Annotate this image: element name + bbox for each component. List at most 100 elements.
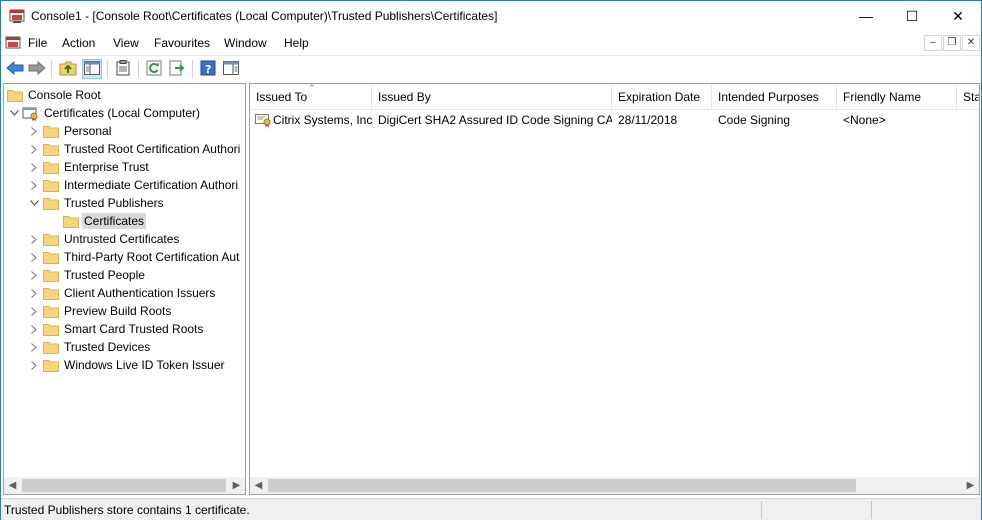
chevron-down-icon[interactable] [6, 104, 22, 122]
column-intended-purposes[interactable]: Intended Purposes [712, 84, 837, 110]
menu-favourites[interactable]: Favourites [154, 36, 210, 50]
cell-expiration-date: 28/11/2018 [618, 113, 678, 127]
scroll-thumb[interactable] [22, 479, 226, 492]
tree-item-label: Preview Build Roots [64, 304, 172, 318]
tree-item-certificates-local-computer[interactable]: Certificates (Local Computer) [6, 104, 202, 122]
column-expiration-date[interactable]: Expiration Date [612, 84, 712, 110]
column-status[interactable]: Sta [957, 84, 979, 110]
title-bar: Console1 - [Console Root\Certificates (L… [1, 1, 981, 31]
folder-icon [42, 303, 60, 319]
console-tree-pane: Console Root Certificates (Local Compute… [3, 83, 246, 495]
tree-item-preview-build[interactable]: Preview Build Roots [26, 302, 173, 320]
folder-icon [42, 267, 60, 283]
tree-item-label: Trusted Root Certification Authori [64, 142, 241, 156]
menu-file[interactable]: File [28, 36, 47, 50]
mdi-close-button[interactable]: ✕ [962, 35, 980, 51]
action-pane-icon [223, 60, 239, 78]
menu-view[interactable]: View [113, 36, 139, 50]
tree-item-label: Console Root [28, 88, 101, 102]
tree-item-windows-live-id[interactable]: Windows Live ID Token Issuer [26, 356, 227, 374]
show-hide-tree-icon [84, 60, 100, 78]
mmc-app-icon[interactable] [9, 8, 25, 24]
chevron-right-icon[interactable] [26, 248, 42, 266]
tree-item-console-root[interactable]: Console Root [6, 86, 103, 104]
chevron-down-icon[interactable] [26, 194, 42, 212]
tree-item-intermediate[interactable]: Intermediate Certification Authori [26, 176, 240, 194]
chevron-right-icon[interactable] [26, 302, 42, 320]
menu-action[interactable]: Action [62, 36, 95, 50]
show-hide-action-pane-button[interactable] [221, 59, 241, 79]
mdi-minimize-button[interactable]: – [924, 35, 942, 51]
tree-item-trusted-devices[interactable]: Trusted Devices [26, 338, 152, 356]
minimize-button[interactable]: — [843, 1, 889, 31]
scroll-left-arrow-icon[interactable]: ◀ [4, 477, 21, 494]
chevron-right-icon[interactable] [26, 122, 42, 140]
toolbar: ? [1, 55, 981, 81]
certificate-icon [255, 113, 271, 129]
tree-horizontal-scrollbar[interactable]: ◀ ▶ [4, 477, 245, 494]
column-friendly-name[interactable]: Friendly Name [837, 84, 957, 110]
tree-item-enterprise-trust[interactable]: Enterprise Trust [26, 158, 151, 176]
tree-item-label: Trusted Publishers [64, 196, 164, 210]
chevron-right-icon[interactable] [26, 338, 42, 356]
scroll-left-arrow-icon[interactable]: ◀ [250, 477, 267, 494]
forward-arrow-icon [28, 60, 46, 78]
tree-item-label: Smart Card Trusted Roots [64, 322, 204, 336]
export-list-button[interactable] [167, 59, 187, 79]
help-button[interactable]: ? [198, 59, 218, 79]
cell-intended-purposes: Code Signing [718, 113, 791, 127]
tree-item-untrusted[interactable]: Untrusted Certificates [26, 230, 181, 248]
refresh-button[interactable] [144, 59, 164, 79]
chevron-right-icon[interactable] [26, 356, 42, 374]
folder-icon [42, 339, 60, 355]
show-hide-console-tree-button[interactable] [82, 59, 102, 79]
chevron-right-icon[interactable] [26, 176, 42, 194]
tree-item-label: Trusted Devices [64, 340, 151, 354]
chevron-right-icon[interactable] [26, 158, 42, 176]
scroll-thumb[interactable] [268, 479, 856, 492]
maximize-button[interactable]: ☐ [889, 1, 935, 31]
tree-item-trusted-root[interactable]: Trusted Root Certification Authori [26, 140, 242, 158]
properties-clipboard-icon [116, 59, 130, 79]
toolbar-separator [138, 60, 139, 78]
menu-window[interactable]: Window [224, 36, 267, 50]
scroll-right-arrow-icon[interactable]: ▶ [228, 477, 245, 494]
close-button[interactable]: ✕ [935, 1, 981, 31]
tree-item-certificates-selected[interactable]: Certificates [46, 212, 147, 230]
chevron-right-icon[interactable] [26, 140, 42, 158]
cell-issued-to: Citrix Systems, Inc. [250, 111, 372, 129]
export-list-icon [169, 60, 185, 79]
folder-icon [42, 357, 60, 373]
column-issued-by[interactable]: Issued By [372, 84, 612, 110]
tree-item-third-party-root[interactable]: Third-Party Root Certification Aut [26, 248, 241, 266]
table-row[interactable]: Citrix Systems, Inc. DigiCert SHA2 Assur… [250, 111, 979, 129]
chevron-right-icon[interactable] [26, 230, 42, 248]
tree-item-personal[interactable]: Personal [26, 122, 113, 140]
back-button[interactable] [5, 59, 25, 79]
window-title: Console1 - [Console Root\Certificates (L… [31, 9, 498, 23]
up-one-level-button[interactable] [58, 59, 78, 79]
tree-item-trusted-publishers[interactable]: Trusted Publishers [26, 194, 166, 212]
tree-item-smart-card[interactable]: Smart Card Trusted Roots [26, 320, 205, 338]
folder-icon [42, 249, 60, 265]
column-issued-to[interactable]: Issued To ⌃ [250, 84, 372, 110]
forward-button[interactable] [27, 59, 47, 79]
tree-item-label: Untrusted Certificates [64, 232, 180, 246]
menu-help[interactable]: Help [284, 36, 309, 50]
tree-item-label: Trusted People [64, 268, 145, 282]
list-horizontal-scrollbar[interactable]: ◀ ▶ [250, 477, 979, 494]
chevron-right-icon[interactable] [26, 320, 42, 338]
scroll-right-arrow-icon[interactable]: ▶ [962, 477, 979, 494]
toolbar-separator [51, 60, 52, 78]
properties-button[interactable] [113, 59, 133, 79]
folder-icon [42, 321, 60, 337]
chevron-right-icon[interactable] [26, 266, 42, 284]
folder-icon [42, 231, 60, 247]
tree-item-client-auth[interactable]: Client Authentication Issuers [26, 284, 217, 302]
mdi-restore-button[interactable]: ❐ [943, 35, 961, 51]
tree-item-trusted-people[interactable]: Trusted People [26, 266, 147, 284]
chevron-right-icon[interactable] [26, 284, 42, 302]
console-window-icon[interactable] [5, 35, 21, 51]
back-arrow-icon [6, 60, 24, 78]
certificate-list-pane: Issued To ⌃ Issued By Expiration Date In… [249, 83, 980, 495]
